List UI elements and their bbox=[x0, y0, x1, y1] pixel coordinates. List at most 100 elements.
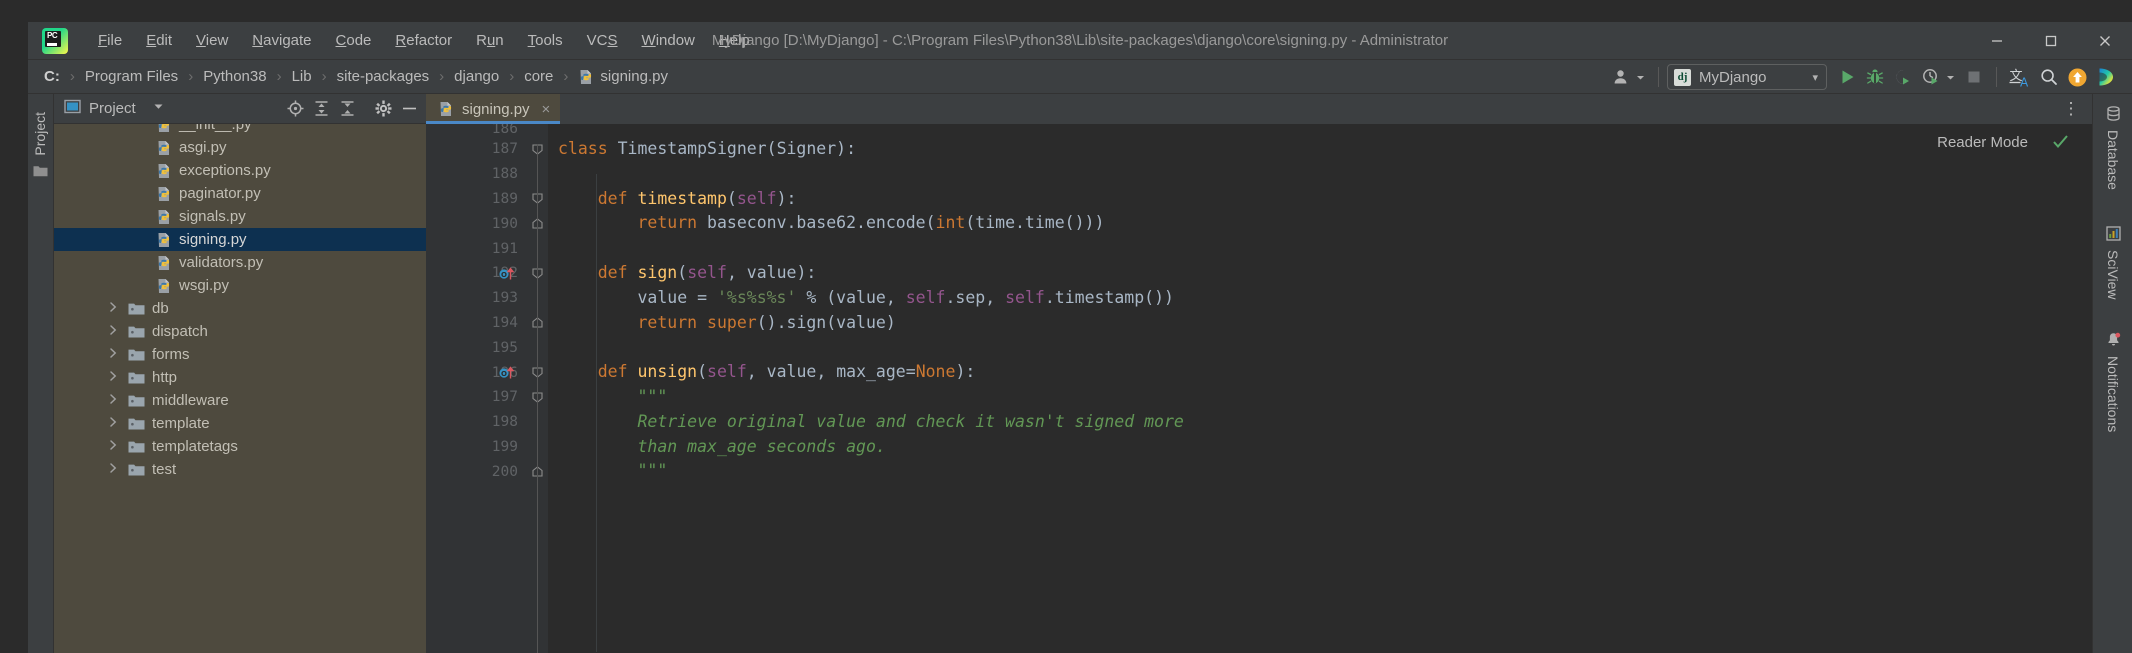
tree-item-file[interactable]: signing.py bbox=[54, 228, 426, 251]
tree-item-folder[interactable]: db bbox=[54, 297, 426, 320]
gear-icon[interactable] bbox=[370, 96, 396, 122]
tree-item-folder[interactable]: dispatch bbox=[54, 320, 426, 343]
menu-item-refactor[interactable]: Refactor bbox=[383, 28, 464, 53]
sidebar-item-notifications[interactable]: Notifications bbox=[2093, 332, 2132, 432]
minimize-button[interactable] bbox=[1970, 22, 2024, 60]
menu-item-navigate[interactable]: Navigate bbox=[240, 28, 323, 53]
menu-item-view[interactable]: View bbox=[184, 28, 240, 53]
chevron-right-icon[interactable] bbox=[106, 301, 120, 316]
tree-item-folder[interactable]: http bbox=[54, 366, 426, 389]
sidebar-item-label: Notifications bbox=[2105, 356, 2121, 432]
update-button[interactable] bbox=[2063, 63, 2092, 91]
breadcrumb-item-site-packages[interactable]: site-packages bbox=[333, 66, 434, 87]
tree-item-file[interactable]: asgi.py bbox=[54, 136, 426, 159]
breadcrumb-item-lib[interactable]: Lib bbox=[288, 66, 316, 87]
python-file-icon bbox=[438, 101, 454, 117]
breadcrumb-separator-icon: › bbox=[503, 68, 520, 85]
code-token: self bbox=[707, 362, 747, 381]
code-token: than max_age seconds ago. bbox=[558, 437, 886, 456]
sidebar-item-database[interactable]: Database bbox=[2093, 106, 2132, 190]
line-number-gutter[interactable]: 186187188189190191192O193194195196O19719… bbox=[426, 124, 526, 653]
tree-item-file[interactable]: paginator.py bbox=[54, 182, 426, 205]
run-configuration-selector[interactable]: dj MyDjango ▾ bbox=[1667, 64, 1827, 90]
tree-item-label: dispatch bbox=[152, 323, 208, 340]
tree-item-folder[interactable]: templatetags bbox=[54, 435, 426, 458]
hide-panel-button[interactable] bbox=[396, 96, 422, 122]
tree-item-file[interactable]: exceptions.py bbox=[54, 159, 426, 182]
chevron-right-icon[interactable] bbox=[106, 370, 120, 385]
tree-item-label: signing.py bbox=[179, 231, 247, 248]
close-icon[interactable]: × bbox=[542, 101, 551, 118]
tree-item-file[interactable]: signals.py bbox=[54, 205, 426, 228]
chevron-right-icon[interactable] bbox=[106, 439, 120, 454]
menu-item-help[interactable]: Help bbox=[707, 28, 762, 53]
code-token bbox=[558, 263, 598, 282]
chevron-right-icon[interactable] bbox=[106, 393, 120, 408]
kebab-menu-icon[interactable]: ⋮ bbox=[2058, 96, 2084, 122]
python-file-icon bbox=[156, 232, 172, 248]
maximize-button[interactable] bbox=[2024, 22, 2078, 60]
sidebar-item-sciview[interactable]: SciView bbox=[2093, 226, 2132, 300]
run-with-coverage-button[interactable] bbox=[1889, 63, 1917, 91]
project-panel-header: Project bbox=[54, 94, 426, 124]
menu-item-code[interactable]: Code bbox=[324, 28, 384, 53]
chevron-right-icon[interactable] bbox=[106, 462, 120, 477]
breadcrumb-item-program-files[interactable]: Program Files bbox=[81, 66, 182, 87]
stop-button[interactable] bbox=[1960, 63, 1988, 91]
tree-item-folder[interactable]: template bbox=[54, 412, 426, 435]
debug-button[interactable] bbox=[1861, 63, 1889, 91]
profiler-icon bbox=[1921, 67, 1941, 87]
search-everywhere-button[interactable] bbox=[2035, 63, 2063, 91]
tree-item-folder[interactable]: forms bbox=[54, 343, 426, 366]
source-code-text[interactable]: class TimestampSigner(Signer): def times… bbox=[548, 124, 2092, 653]
menu-item-file[interactable]: FFileile bbox=[86, 28, 134, 53]
tree-item-folder[interactable]: test bbox=[54, 458, 426, 481]
project-file-tree[interactable]: __init__.pyasgi.py exceptions.py paginator… bbox=[54, 124, 426, 653]
tree-item-file[interactable]: validators.py bbox=[54, 251, 426, 274]
tree-item-folder[interactable]: middleware bbox=[54, 389, 426, 412]
python-file-icon bbox=[578, 69, 594, 85]
close-button[interactable] bbox=[2078, 22, 2132, 60]
tree-item-label: exceptions.py bbox=[179, 162, 271, 179]
breadcrumb-item-signing-py[interactable]: signing.py bbox=[574, 66, 672, 87]
editor-tab-signing-py[interactable]: signing.py × bbox=[426, 94, 560, 124]
code-editor[interactable]: 186187188189190191192O193194195196O19719… bbox=[426, 124, 2092, 653]
menu-item-window[interactable]: Window bbox=[630, 28, 707, 53]
breadcrumb-item-python38[interactable]: Python38 bbox=[199, 66, 270, 87]
tree-item-file[interactable]: __init__.py bbox=[54, 124, 426, 136]
translate-button[interactable]: 文 A bbox=[2005, 63, 2035, 91]
code-token: return bbox=[637, 213, 707, 232]
chevron-down-icon[interactable] bbox=[152, 100, 165, 118]
expand-all-button[interactable] bbox=[334, 96, 360, 122]
folder-icon[interactable] bbox=[33, 164, 48, 176]
code-folding-gutter[interactable] bbox=[526, 124, 548, 653]
override-method-marker-icon[interactable]: O bbox=[498, 364, 515, 386]
menu-item-tools[interactable]: Tools bbox=[516, 28, 575, 53]
collapse-all-button[interactable] bbox=[308, 96, 334, 122]
line-number: 188 bbox=[426, 162, 526, 187]
profile-button[interactable] bbox=[1917, 63, 1960, 91]
inspection-status-icon[interactable] bbox=[2051, 132, 2070, 156]
override-method-marker-icon[interactable]: O bbox=[498, 265, 515, 287]
menu-item-run[interactable]: Run bbox=[464, 28, 516, 53]
breadcrumb-item-drive[interactable]: C: bbox=[40, 66, 64, 87]
menu-item-edit[interactable]: Edit bbox=[134, 28, 184, 53]
window-frame-left bbox=[0, 0, 28, 653]
ide-features-trainer-button[interactable] bbox=[2092, 63, 2122, 91]
breadcrumb-item-core[interactable]: core bbox=[520, 66, 557, 87]
breadcrumb-item-django[interactable]: django bbox=[450, 66, 503, 87]
folder-icon bbox=[128, 348, 145, 362]
sidebar-item-project[interactable]: Project bbox=[32, 104, 48, 164]
tree-item-label: template bbox=[152, 415, 210, 432]
select-opened-file-button[interactable] bbox=[282, 96, 308, 122]
run-button[interactable] bbox=[1833, 63, 1861, 91]
tree-item-file[interactable]: wsgi.py bbox=[54, 274, 426, 297]
user-account-button[interactable] bbox=[1609, 63, 1650, 91]
chevron-right-icon[interactable] bbox=[106, 324, 120, 339]
chevron-right-icon[interactable] bbox=[106, 416, 120, 431]
menu-item-vcs[interactable]: VCS bbox=[575, 28, 630, 53]
chevron-right-icon[interactable] bbox=[106, 347, 120, 362]
code-token: timestamp bbox=[638, 189, 727, 208]
reader-mode-indicator[interactable]: Reader Mode bbox=[1937, 134, 2028, 151]
tree-item-label: forms bbox=[152, 346, 190, 363]
